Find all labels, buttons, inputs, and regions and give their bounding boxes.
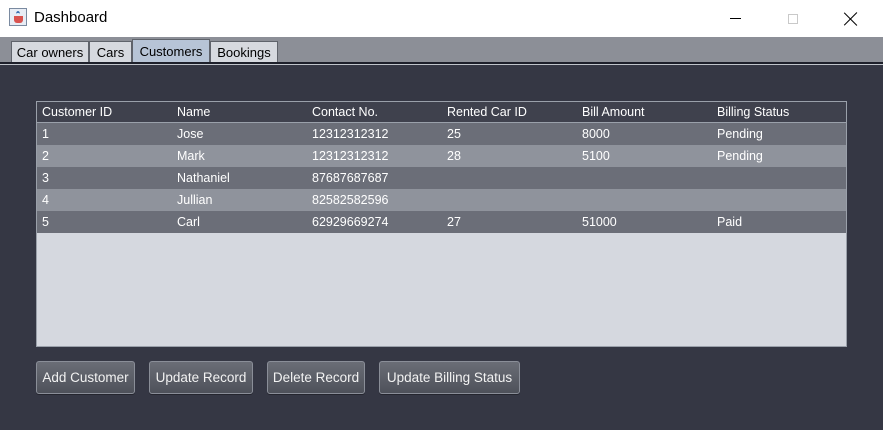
cell-billing-status: Paid — [717, 215, 743, 229]
java-cup-icon — [9, 8, 27, 26]
cell-contact: 87687687687 — [312, 171, 389, 185]
cell-billing-status: Pending — [717, 127, 763, 141]
delete-record-button[interactable]: Delete Record — [267, 361, 365, 394]
tab-customers[interactable]: Customers — [132, 39, 210, 63]
cell-bill-amount — [577, 189, 712, 211]
column-header-billing-status[interactable]: Billing Status — [712, 102, 846, 122]
minimize-button[interactable] — [706, 0, 764, 37]
table-row[interactable]: 2 Mark 12312312312 28 5100 Pending — [37, 145, 846, 167]
table-row[interactable]: 5 Carl 62929669274 27 51000 Paid — [37, 211, 846, 233]
cell-customer-id: 2 — [42, 149, 49, 163]
column-header-bill-amount[interactable]: Bill Amount — [577, 102, 712, 122]
maximize-button[interactable] — [764, 0, 822, 37]
cell-billing-status: Pending — [717, 149, 763, 163]
cell-rented-car-id: 28 — [447, 149, 461, 163]
tab-bookings[interactable]: Bookings — [210, 41, 278, 62]
cell-rented-car-id: 25 — [447, 127, 461, 141]
cell-name: Jose — [177, 127, 204, 141]
cell-customer-id: 4 — [42, 193, 49, 207]
customers-table[interactable]: Customer ID Name Contact No. Rented Car … — [36, 101, 847, 347]
column-header-customer-id[interactable]: Customer ID — [37, 102, 172, 122]
cell-bill-amount: 51000 — [582, 215, 617, 229]
update-billing-status-button[interactable]: Update Billing Status — [379, 361, 520, 394]
update-record-button[interactable]: Update Record — [149, 361, 253, 394]
cell-billing-status — [712, 189, 846, 211]
cell-contact: 62929669274 — [312, 215, 389, 229]
cell-rented-car-id — [442, 167, 577, 189]
cell-customer-id: 3 — [42, 171, 49, 185]
tab-car-owners[interactable]: Car owners — [11, 41, 89, 62]
close-icon — [844, 12, 858, 26]
title-bar: Dashboard — [0, 0, 883, 37]
cell-contact: 12312312312 — [312, 127, 389, 141]
cell-bill-amount: 8000 — [582, 127, 610, 141]
table-row[interactable]: 3 Nathaniel 87687687687 — [37, 167, 846, 189]
cell-name: Mark — [177, 149, 205, 163]
cell-customer-id: 1 — [42, 127, 49, 141]
cell-name: Jullian — [177, 193, 213, 207]
window-title: Dashboard — [34, 9, 108, 26]
table-row[interactable]: 1 Jose 12312312312 25 8000 Pending — [37, 123, 846, 145]
column-header-contact[interactable]: Contact No. — [307, 102, 442, 122]
minimize-icon — [729, 18, 741, 19]
close-button[interactable] — [822, 0, 880, 37]
column-header-rented-car-id[interactable]: Rented Car ID — [442, 102, 577, 122]
cell-name: Carl — [177, 215, 200, 229]
tab-strip: Car owners Cars Customers Bookings — [0, 37, 883, 63]
cell-customer-id: 5 — [42, 215, 49, 229]
cell-billing-status — [712, 167, 846, 189]
cell-rented-car-id — [442, 189, 577, 211]
cell-bill-amount: 5100 — [582, 149, 610, 163]
cell-bill-amount — [577, 167, 712, 189]
maximize-icon — [788, 13, 798, 24]
tab-cars[interactable]: Cars — [89, 41, 132, 62]
cell-contact: 12312312312 — [312, 149, 389, 163]
cell-rented-car-id: 27 — [447, 215, 461, 229]
table-row[interactable]: 4 Jullian 82582582596 — [37, 189, 846, 211]
cell-name: Nathaniel — [177, 171, 230, 185]
cell-contact: 82582582596 — [312, 193, 389, 207]
add-customer-button[interactable]: Add Customer — [36, 361, 135, 394]
column-header-name[interactable]: Name — [172, 102, 307, 122]
table-header: Customer ID Name Contact No. Rented Car … — [37, 102, 846, 123]
